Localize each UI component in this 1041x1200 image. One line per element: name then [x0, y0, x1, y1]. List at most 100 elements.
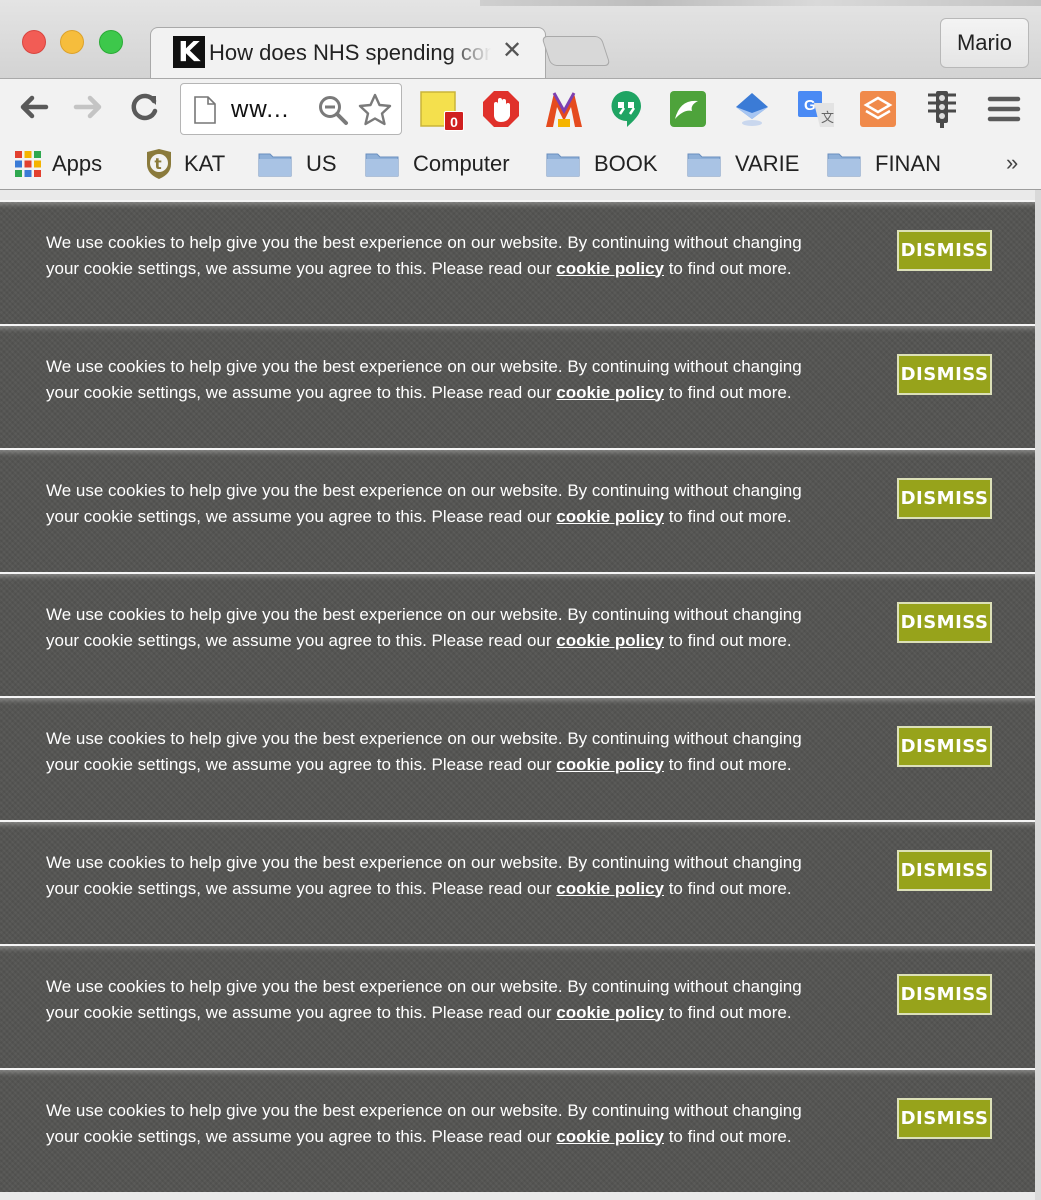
cookie-text: to find out more. [663, 630, 792, 650]
cookie-banner: We use cookies to help give you the best… [0, 1068, 1035, 1192]
cookie-message: We use cookies to help give you the best… [46, 1098, 836, 1149]
bookmark-folder-us[interactable]: US [258, 148, 337, 180]
translate-icon: G 文 [798, 91, 834, 127]
bookmark-folder-finan[interactable]: FINAN [827, 148, 941, 180]
translate-extension[interactable]: G 文 [796, 89, 836, 129]
cookie-policy-link[interactable]: cookie policy [556, 259, 664, 278]
cookie-message: We use cookies to help give you the best… [46, 974, 836, 1025]
page-content: We use cookies to help give you the best… [0, 190, 1041, 1200]
bookmarks-bar: Apps t KAT US Computer BOOK VARIE FINAN … [0, 138, 1041, 190]
reload-button[interactable] [124, 87, 164, 127]
close-window-button[interactable] [22, 30, 46, 54]
browser-toolbar: ww... 0 G 文 [0, 78, 1041, 138]
scrollbar-track[interactable] [1035, 190, 1041, 1200]
layers-extension[interactable] [858, 89, 898, 129]
sticky-notes-extension[interactable]: 0 [418, 89, 464, 131]
m-logo-icon [546, 92, 582, 127]
folder-icon [546, 153, 580, 177]
folder-icon [827, 153, 861, 177]
svg-text:文: 文 [821, 111, 834, 126]
cookie-banner: We use cookies to help give you the best… [0, 944, 1035, 1068]
new-tab-button[interactable] [541, 36, 611, 66]
dismiss-button[interactable]: DISMISS [897, 354, 992, 395]
dismiss-button[interactable]: DISMISS [897, 478, 992, 519]
cookie-banner: We use cookies to help give you the best… [0, 572, 1035, 696]
cookie-text: to find out more. [663, 1126, 792, 1146]
zoom-window-button[interactable] [99, 30, 123, 54]
profile-button[interactable]: Mario [940, 18, 1029, 68]
traffic-extension[interactable] [922, 89, 962, 129]
cookie-message: We use cookies to help give you the best… [46, 354, 836, 405]
tab-strip: K How does NHS spending compare ✕ Mario [0, 0, 1041, 79]
cookie-text: to find out more. [663, 258, 792, 278]
kat-shield-icon: t [147, 149, 171, 179]
minimize-window-button[interactable] [60, 30, 84, 54]
cookie-text: to find out more. [663, 878, 792, 898]
layers-icon [860, 91, 896, 127]
address-bar[interactable]: ww... [180, 83, 402, 135]
zoom-icon[interactable] [317, 94, 349, 126]
address-text[interactable]: ww... [231, 96, 289, 124]
back-arrow-icon [20, 95, 49, 119]
cookie-message: We use cookies to help give you the best… [46, 602, 836, 653]
cookie-policy-link[interactable]: cookie policy [556, 383, 664, 402]
cookie-banner: We use cookies to help give you the best… [0, 324, 1035, 448]
cookie-policy-link[interactable]: cookie policy [556, 755, 664, 774]
m-extension[interactable] [544, 89, 584, 129]
menu-icon [987, 96, 1021, 122]
bookmark-label: FINAN [875, 151, 941, 176]
cookie-policy-link[interactable]: cookie policy [556, 1003, 664, 1022]
cookie-message: We use cookies to help give you the best… [46, 478, 836, 529]
cookie-banner: We use cookies to help give you the best… [0, 696, 1035, 820]
folder-icon [365, 153, 399, 177]
bookmark-label: VARIE [735, 151, 800, 176]
diamond-extension[interactable] [732, 89, 772, 129]
hangouts-extension[interactable] [606, 89, 646, 129]
bookmark-kat[interactable]: t KAT [144, 148, 225, 180]
cookie-text: to find out more. [663, 754, 792, 774]
forward-button[interactable] [68, 87, 108, 127]
bookmark-folder-varie[interactable]: VARIE [687, 148, 799, 180]
bookmark-label: US [306, 151, 337, 176]
cookie-policy-link[interactable]: cookie policy [556, 879, 664, 898]
cookie-policy-link[interactable]: cookie policy [556, 1127, 664, 1146]
svg-text:t: t [155, 155, 162, 173]
tab-close-icon[interactable]: ✕ [499, 37, 525, 64]
tab-favicon-icon: K [173, 35, 205, 68]
bookmark-folder-book[interactable]: BOOK [546, 148, 658, 180]
folder-icon [687, 153, 721, 177]
bookmark-folder-computer[interactable]: Computer [365, 148, 510, 180]
cookie-text: to find out more. [663, 1002, 792, 1022]
chrome-menu-button[interactable] [984, 89, 1024, 129]
cookie-message: We use cookies to help give you the best… [46, 230, 836, 281]
adblock-icon [483, 91, 519, 127]
evernote-like-icon [670, 91, 706, 127]
cookie-text: to find out more. [663, 506, 792, 526]
cookie-policy-link[interactable]: cookie policy [556, 507, 664, 526]
dolphin-extension[interactable] [668, 89, 708, 129]
dismiss-button[interactable]: DISMISS [897, 1098, 992, 1139]
cookie-banner: We use cookies to help give you the best… [0, 448, 1035, 572]
dismiss-button[interactable]: DISMISS [897, 726, 992, 767]
active-tab[interactable]: K How does NHS spending compare ✕ [150, 27, 546, 79]
cookie-text: to find out more. [663, 382, 792, 402]
adblock-extension[interactable] [481, 89, 521, 129]
folder-icon [258, 153, 292, 177]
cookie-policy-link[interactable]: cookie policy [556, 631, 664, 650]
bookmark-star-icon[interactable] [357, 92, 393, 128]
more-bookmarks-chevron-icon[interactable]: » [1006, 150, 1018, 176]
cookie-banner: We use cookies to help give you the best… [0, 820, 1035, 944]
bookmark-label: Apps [52, 151, 103, 176]
back-button[interactable] [14, 87, 54, 127]
cookie-message: We use cookies to help give you the best… [46, 726, 836, 777]
bookmark-label: BOOK [594, 151, 658, 176]
bookmark-apps[interactable]: Apps [14, 148, 102, 180]
dismiss-button[interactable]: DISMISS [897, 602, 992, 643]
dismiss-button[interactable]: DISMISS [897, 850, 992, 891]
bookmark-diamond-icon [736, 93, 768, 126]
bookmark-label: KAT [184, 151, 226, 176]
dismiss-button[interactable]: DISMISS [897, 230, 992, 271]
background-window-edge [480, 0, 1041, 6]
dismiss-button[interactable]: DISMISS [897, 974, 992, 1015]
apps-grid-icon [15, 151, 41, 177]
